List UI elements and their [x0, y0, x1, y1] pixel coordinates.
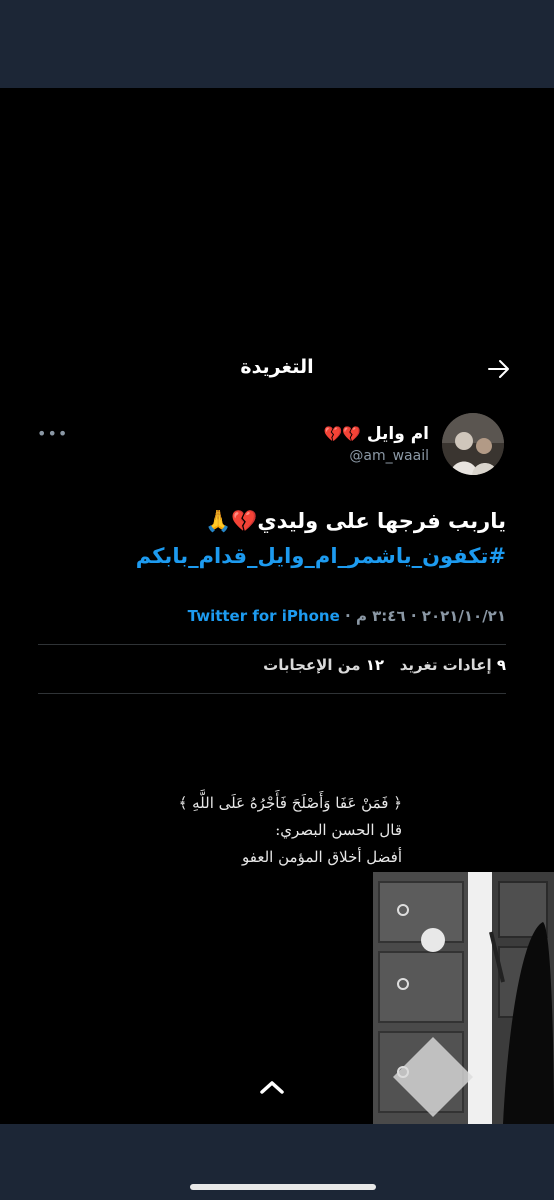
- quote-text: أفضل أخلاق المؤمن العفو: [242, 848, 402, 866]
- page-title: التغريدة: [240, 356, 314, 378]
- author-name-text: ام وايل: [366, 424, 429, 444]
- likes-label[interactable]: من الإعجابات: [263, 656, 360, 674]
- hashtag-link[interactable]: #تكفون_ياشمر_ام_وايل_قدام_بابكم: [136, 544, 506, 568]
- author-name[interactable]: ام وايل 💔💔: [324, 424, 429, 444]
- meta-separator: ·: [410, 607, 417, 625]
- tweet-meta: ٢٠٢١/١٠/٢١ · ٣:٤٦ م · Twitter for iPhone: [188, 607, 506, 625]
- tweet-stats: ٩ إعادات تغريد ١٢ من الإعجابات: [263, 656, 506, 674]
- home-indicator[interactable]: [190, 1184, 376, 1190]
- tweet-text: ياربب فرجها على وليدي💔🙏: [205, 509, 506, 533]
- retweets-count[interactable]: ٩: [497, 656, 506, 674]
- overlay-quote: ﴿ فَمَنْ عَفَا وَأَصْلَحَ فَأَجْرُهُ عَل…: [122, 790, 402, 871]
- tweet-date: ٢٠٢١/١٠/٢١: [421, 607, 506, 625]
- likes-count[interactable]: ١٢: [366, 656, 384, 674]
- tweet-time: ٣:٤٦ م: [355, 607, 406, 625]
- divider: [38, 644, 506, 645]
- divider: [38, 693, 506, 694]
- meta-separator: ·: [345, 607, 351, 625]
- broken-heart-icon: 💔💔: [323, 425, 361, 443]
- arrow-right-icon[interactable]: [486, 356, 512, 382]
- retweets-label[interactable]: إعادات تغريد: [400, 656, 492, 674]
- tweet-source-link[interactable]: Twitter for iPhone: [188, 607, 340, 625]
- top-bar: [0, 0, 554, 88]
- author-handle[interactable]: @am_waail: [349, 448, 429, 464]
- quote-verse: ﴿ فَمَنْ عَفَا وَأَصْلَحَ فَأَجْرُهُ عَل…: [178, 794, 402, 812]
- more-options-icon[interactable]: •••: [37, 424, 68, 443]
- quote-attribution: قال الحسن البصري:: [275, 821, 402, 839]
- chevron-up-icon[interactable]: [258, 1078, 286, 1096]
- avatar[interactable]: [442, 413, 504, 475]
- door-photo: [373, 872, 554, 1124]
